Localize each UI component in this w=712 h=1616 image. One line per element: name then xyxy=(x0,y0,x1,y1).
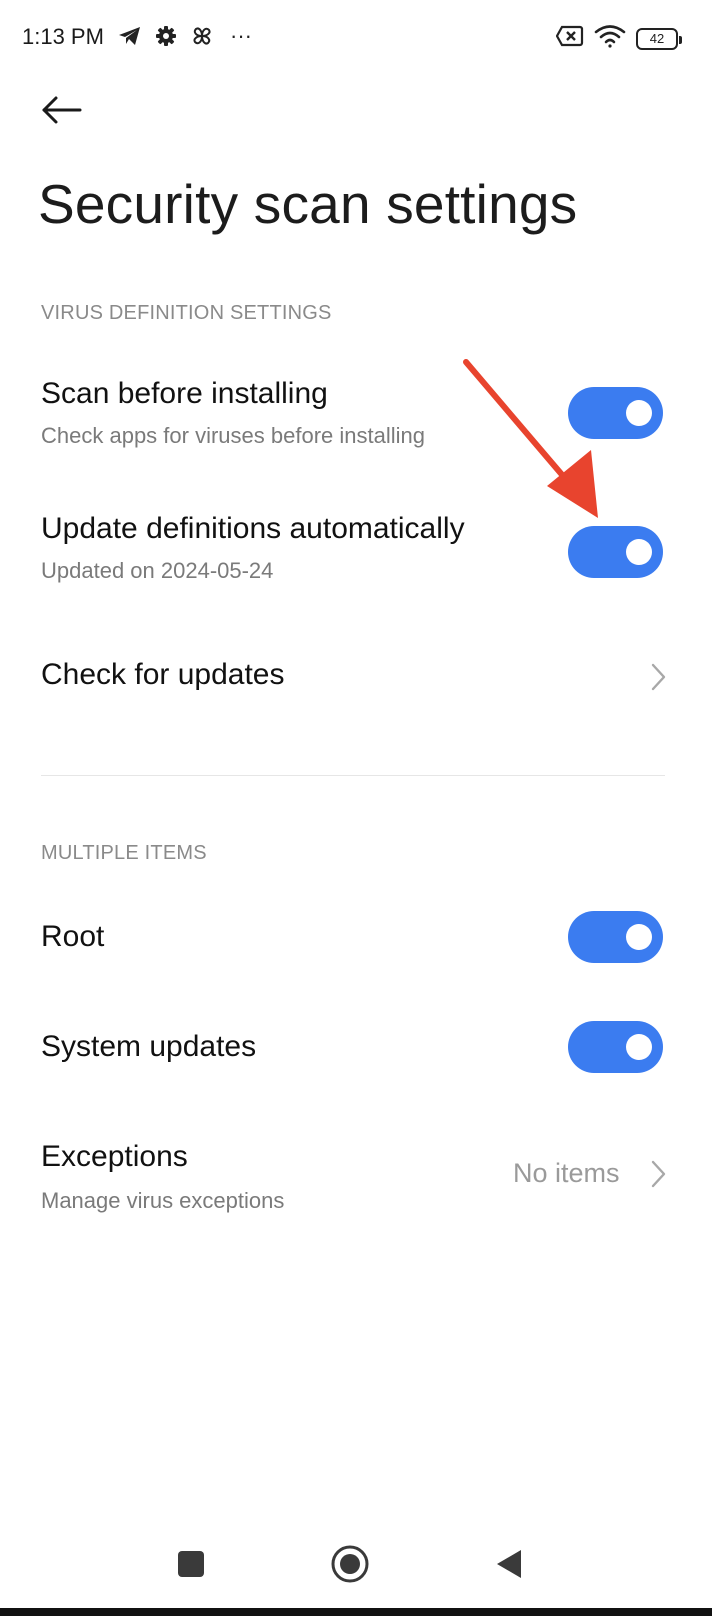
setting-title: Root xyxy=(41,920,105,953)
setting-row-exceptions[interactable]: Exceptions Manage virus exceptions No it… xyxy=(0,1138,712,1238)
home-circle-icon xyxy=(330,1544,370,1589)
update-definitions-toggle[interactable] xyxy=(568,526,663,578)
back-triangle-icon xyxy=(494,1548,524,1585)
setting-row-update-definitions[interactable]: Update definitions automatically Updated… xyxy=(0,500,712,600)
navigation-bar xyxy=(0,1520,712,1610)
setting-row-scan-before-installing[interactable]: Scan before installing Check apps for vi… xyxy=(0,365,712,465)
root-toggle[interactable] xyxy=(568,911,663,963)
exceptions-value: No items xyxy=(513,1158,620,1188)
arrow-left-icon xyxy=(40,95,84,130)
setting-title: Exceptions xyxy=(41,1140,188,1173)
recents-square-icon xyxy=(177,1550,205,1583)
system-updates-toggle[interactable] xyxy=(568,1021,663,1073)
section-header-virus-definition: VIRUS DEFINITION SETTINGS xyxy=(41,302,332,324)
wifi-icon xyxy=(594,24,626,53)
more-dots-icon: ··· xyxy=(230,23,252,48)
setting-subtitle: Manage virus exceptions xyxy=(41,1188,285,1213)
status-left-icons: ··· xyxy=(118,22,256,50)
toggle-knob xyxy=(626,924,652,950)
chevron-right-icon xyxy=(648,1159,668,1189)
setting-title: System updates xyxy=(41,1030,257,1063)
setting-title: Scan before installing xyxy=(41,377,328,410)
home-button[interactable] xyxy=(326,1542,374,1590)
chevron-right-icon xyxy=(648,662,668,692)
status-time: 1:13 PM xyxy=(22,24,104,49)
toggle-knob xyxy=(626,539,652,565)
gear-icon xyxy=(154,22,178,50)
telegram-icon xyxy=(118,22,142,50)
toggle-knob xyxy=(626,1034,652,1060)
system-back-button[interactable] xyxy=(485,1542,533,1590)
setting-title: Update definitions automatically xyxy=(41,512,465,545)
status-bar: 1:13 PM ··· 42 xyxy=(0,0,712,78)
toggle-knob xyxy=(626,400,652,426)
setting-row-root[interactable]: Root xyxy=(0,900,712,976)
bottom-edge xyxy=(0,1608,712,1616)
battery-icon: 42 xyxy=(636,27,682,50)
scan-before-installing-toggle[interactable] xyxy=(568,387,663,439)
setting-row-check-for-updates[interactable]: Check for updates xyxy=(0,640,712,716)
section-divider xyxy=(41,775,665,776)
pinwheel-icon xyxy=(190,22,214,50)
sim-off-icon xyxy=(555,25,584,52)
setting-row-system-updates[interactable]: System updates xyxy=(0,1010,712,1086)
section-header-multiple-items: MULTIPLE ITEMS xyxy=(41,842,207,864)
setting-title: Check for updates xyxy=(41,658,285,691)
recents-button[interactable] xyxy=(167,1542,215,1590)
status-right-icons: 42 xyxy=(555,24,682,53)
page-title: Security scan settings xyxy=(38,173,578,235)
back-button[interactable] xyxy=(36,90,88,134)
setting-subtitle: Updated on 2024-05-24 xyxy=(41,558,274,583)
setting-subtitle: Check apps for viruses before installing xyxy=(41,423,425,448)
